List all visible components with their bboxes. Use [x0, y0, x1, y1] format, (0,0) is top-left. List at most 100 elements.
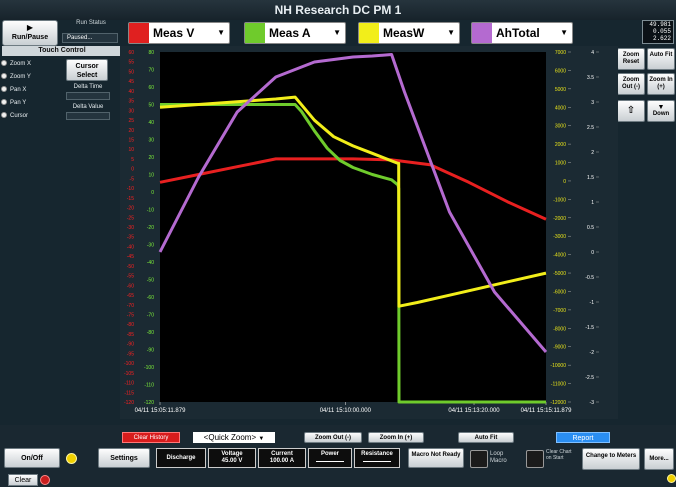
axis-tick-label: -50 [127, 264, 134, 270]
bottom-auto-fit-button[interactable]: Auto Fit [458, 432, 514, 443]
axis-tick-label: 50 [128, 69, 134, 75]
axis-tick-label: 5000 [555, 87, 566, 93]
down-arrow-icon: ▼ [657, 104, 665, 111]
radio-dot-icon [1, 73, 7, 79]
axis-tick-label: -100 [144, 365, 154, 371]
delta-time-value [66, 92, 110, 100]
radio-zoom-x[interactable]: Zoom X [1, 60, 57, 71]
zoom-reset-button[interactable]: Zoom Reset [617, 48, 645, 70]
axis-tick-label: -105 [124, 371, 134, 377]
clear-button[interactable]: Clear [8, 474, 38, 486]
radio-pan-y[interactable]: Pan Y [1, 99, 57, 110]
clear-history-button[interactable]: Clear History [122, 432, 180, 443]
axis-tick-label: 0 [151, 190, 154, 196]
axis-tick-label: 3.5 [587, 75, 594, 81]
axis-tick-label: 5 [131, 157, 134, 163]
dropdown-arrow-icon: ▼ [217, 28, 225, 37]
bottom-zoom-out-button[interactable]: Zoom Out (-) [304, 432, 362, 443]
report-button[interactable]: Report [556, 432, 610, 443]
channel-select-meas-v[interactable]: Meas V ▼ [128, 22, 230, 44]
on-off-button[interactable]: On/Off [4, 448, 60, 468]
axis-tick-label: -120 [124, 400, 134, 406]
readout-line: 49.981 [649, 21, 671, 28]
axis-tick-label: -30 [127, 225, 134, 231]
quick-zoom-value: <Quick Zoom> [203, 433, 257, 442]
power-label: Power [320, 451, 339, 457]
radio-pan-x[interactable]: Pan X [1, 86, 57, 97]
axis-tick-label: -1 [590, 300, 595, 306]
settings-button[interactable]: Settings [98, 448, 150, 468]
radio-dot-icon [1, 86, 7, 92]
axis-tick-label: -75 [127, 313, 134, 319]
resistance-button[interactable]: Resistance [354, 448, 400, 468]
quick-zoom-select[interactable]: <Quick Zoom> ▼ [193, 432, 275, 443]
axis-tick-label: 7000 [555, 50, 566, 56]
delta-time-label: Delta Time [73, 84, 103, 90]
axis-tick-label: 15 [128, 138, 134, 144]
cursor-select-button[interactable]: Cursor Select [66, 59, 108, 81]
chart-svg[interactable]: 605550454035302520151050-5-10-15-20-25-3… [120, 46, 618, 419]
auto-fit-button[interactable]: Auto Fit [647, 48, 675, 70]
current-value: 100.00 A [269, 458, 295, 464]
readout-line: 2.622 [652, 35, 671, 42]
axis-tick-label: -70 [127, 303, 134, 309]
axis-tick-label: 40 [128, 89, 134, 95]
axis-tick-label: -90 [147, 348, 154, 354]
axis-tick-label: -60 [127, 283, 134, 289]
axis-tick-label: 60 [128, 50, 134, 56]
current-button[interactable]: Current 100.00 A [258, 448, 306, 468]
channel-select-ahtotal[interactable]: AhTotal ▼ [471, 22, 573, 44]
axis-tick-label: 1 [591, 200, 594, 206]
axis-tick-label: 1000 [555, 161, 566, 167]
axis-tick-label: -85 [127, 332, 134, 338]
axis-tick-label: 10 [128, 147, 134, 153]
axis-tick-label: -3 [590, 400, 595, 406]
axis-tick-label: -10000 [550, 363, 566, 369]
axis-tick-label: -10 [127, 186, 134, 192]
status-led-icon [66, 453, 77, 464]
dropdown-arrow-icon: ▼ [333, 28, 341, 37]
clear-chart-label: Clear Chart on Start [546, 449, 572, 461]
radio-dot-icon [1, 99, 7, 105]
axis-tick-label: -80 [147, 330, 154, 336]
voltage-value: 45.00 V [221, 458, 243, 464]
axis-tick-label: -30 [147, 243, 154, 249]
run-status-label: Run Status [76, 20, 106, 26]
down-button[interactable]: ▼ Down [647, 100, 675, 122]
axis-tick-label: -8000 [553, 326, 566, 332]
dropdown-arrow-icon: ▼ [560, 28, 568, 37]
power-button[interactable]: Power [308, 448, 352, 468]
up-button[interactable]: ⇧ [617, 100, 645, 122]
radio-dot-icon [1, 60, 7, 66]
channel-select-measw[interactable]: MeasW ▼ [358, 22, 460, 44]
channel-name: Meas V [153, 26, 195, 40]
axis-tick-label: -1000 [553, 197, 566, 203]
dropdown-arrow-icon: ▼ [447, 28, 455, 37]
bottom-zoom-in-button[interactable]: Zoom In (+) [368, 432, 424, 443]
channel-name: MeasW [383, 26, 425, 40]
more-button[interactable]: More... [644, 448, 674, 470]
macro-status-button[interactable]: Macro Not Ready [408, 448, 464, 468]
app-title: NH Research DC PM 1 [274, 3, 402, 17]
axis-tick-label: 25 [128, 118, 134, 124]
x-axis-tick-label: 04/11 15:15:11.879 [521, 408, 572, 414]
zoom-out-button[interactable]: Zoom Out (-) [617, 73, 645, 95]
voltage-button[interactable]: Voltage 45.00 V [208, 448, 256, 468]
axis-tick-label: -1.5 [585, 325, 594, 331]
channel-select-meas-a[interactable]: Meas A ▼ [244, 22, 346, 44]
zoom-in-button[interactable]: Zoom In (+) [647, 73, 675, 95]
change-to-meters-button[interactable]: Change to Meters [582, 448, 640, 470]
loop-macro-checkbox[interactable] [470, 450, 488, 468]
run-pause-button[interactable]: ▶ Run/Pause [2, 20, 58, 46]
axis-tick-label: 3000 [555, 124, 566, 130]
clear-chart-checkbox[interactable] [526, 450, 544, 468]
axis-tick-label: 55 [128, 60, 134, 66]
axis-tick-label: -65 [127, 293, 134, 299]
radio-zoom-y[interactable]: Zoom Y [1, 73, 57, 84]
discharge-button[interactable]: Discharge [156, 448, 206, 468]
axis-tick-label: 30 [128, 108, 134, 114]
axis-tick-label: -2 [590, 350, 595, 356]
run-status-value: Paused... [62, 33, 118, 43]
radio-cursor[interactable]: Cursor [1, 112, 57, 123]
axis-tick-label: -35 [127, 235, 134, 241]
